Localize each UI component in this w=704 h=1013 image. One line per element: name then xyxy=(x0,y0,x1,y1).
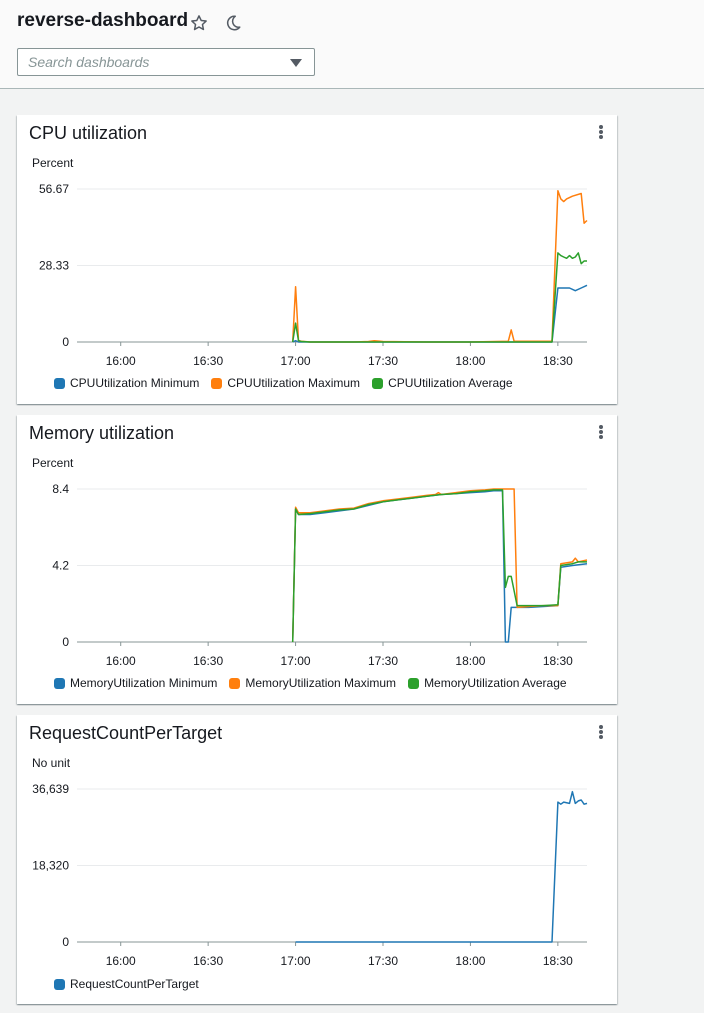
legend-item-request-count[interactable]: RequestCountPerTarget xyxy=(54,977,199,991)
series-line xyxy=(291,490,588,643)
request-count-chart: 0 18,320 36,639 16:00 16:30 17:00 17:30 18:00 18… xyxy=(32,782,588,968)
x-tick-label: 16:30 xyxy=(193,354,223,368)
chart-legend: CPUUtilization Minimum CPUUtilization Ma… xyxy=(54,376,513,390)
memory-chart: 0 4.2 8.4 16:00 16:30 17:00 17:30 18:00 18:30 xyxy=(52,482,588,668)
cpu-chart: 0 28.33 56.67 16:00 16:30 17:00 17:30 18:00 18:3… xyxy=(39,182,588,368)
moon-icon[interactable] xyxy=(222,12,244,34)
x-tick-label: 17:30 xyxy=(368,654,398,668)
star-icon[interactable] xyxy=(188,12,210,34)
legend-swatch xyxy=(54,978,65,990)
y-tick-label: 18,320 xyxy=(32,858,69,872)
legend-item-minimum[interactable]: MemoryUtilization Minimum xyxy=(54,676,217,690)
x-tick-label: 16:00 xyxy=(106,654,136,668)
legend-swatch xyxy=(372,377,384,389)
series-line xyxy=(295,790,588,943)
x-tick-label: 16:30 xyxy=(193,654,223,668)
x-tick-label: 17:30 xyxy=(368,354,398,368)
x-tick-label: 18:30 xyxy=(543,954,573,968)
x-tick-label: 17:00 xyxy=(281,954,311,968)
x-tick-label: 18:00 xyxy=(455,654,485,668)
chevron-down-icon[interactable] xyxy=(290,59,302,67)
search-input[interactable] xyxy=(18,49,288,75)
legend-swatch xyxy=(54,677,65,689)
legend-swatch xyxy=(229,677,241,689)
dashboard-search[interactable] xyxy=(17,48,315,76)
series-line xyxy=(291,190,588,343)
x-tick-label: 18:30 xyxy=(543,354,573,368)
legend-swatch xyxy=(54,377,65,389)
x-tick-label: 17:00 xyxy=(281,354,311,368)
y-tick-label: 0 xyxy=(62,935,69,949)
widget-cpu-utilization: CPU utilization Percent 0 28.33 56.67 16:00… xyxy=(17,115,617,404)
y-tick-label: 28.33 xyxy=(39,259,69,273)
legend-swatch xyxy=(408,677,420,689)
dashboard-title: reverse-dashboard xyxy=(17,10,189,31)
chart-legend: MemoryUtilization Minimum MemoryUtilizat… xyxy=(54,676,567,690)
y-tick-label: 8.4 xyxy=(52,482,69,496)
y-tick-label: 56.67 xyxy=(39,182,69,196)
series-line xyxy=(291,252,587,343)
x-tick-label: 18:00 xyxy=(455,954,485,968)
y-tick-label: 0 xyxy=(62,335,69,349)
x-tick-label: 16:00 xyxy=(106,954,136,968)
x-tick-label: 18:30 xyxy=(543,654,573,668)
widget-memory-utilization: Memory utilization Percent 0 4.2 8.4 16:00 1… xyxy=(17,415,617,704)
legend-item-minimum[interactable]: CPUUtilization Minimum xyxy=(54,376,199,390)
legend-item-maximum[interactable]: MemoryUtilization Maximum xyxy=(229,676,396,690)
y-tick-label: 0 xyxy=(62,635,69,649)
x-tick-label: 16:30 xyxy=(193,954,223,968)
widget-request-count: RequestCountPerTarget No unit 0 18,320 36,… xyxy=(17,715,617,1004)
x-tick-label: 17:00 xyxy=(281,654,311,668)
x-tick-label: 18:00 xyxy=(455,354,485,368)
legend-item-maximum[interactable]: CPUUtilization Maximum xyxy=(211,376,360,390)
series-line xyxy=(292,284,588,343)
y-tick-label: 36,639 xyxy=(32,782,69,796)
legend-item-average[interactable]: CPUUtilization Average xyxy=(372,376,513,390)
x-tick-label: 16:00 xyxy=(106,354,136,368)
legend-item-average[interactable]: MemoryUtilization Average xyxy=(408,676,567,690)
x-tick-label: 17:30 xyxy=(368,954,398,968)
chart-legend: RequestCountPerTarget xyxy=(54,977,199,991)
legend-swatch xyxy=(211,377,223,389)
y-tick-label: 4.2 xyxy=(52,559,69,573)
dashboard-header: reverse-dashboard xyxy=(0,0,704,89)
